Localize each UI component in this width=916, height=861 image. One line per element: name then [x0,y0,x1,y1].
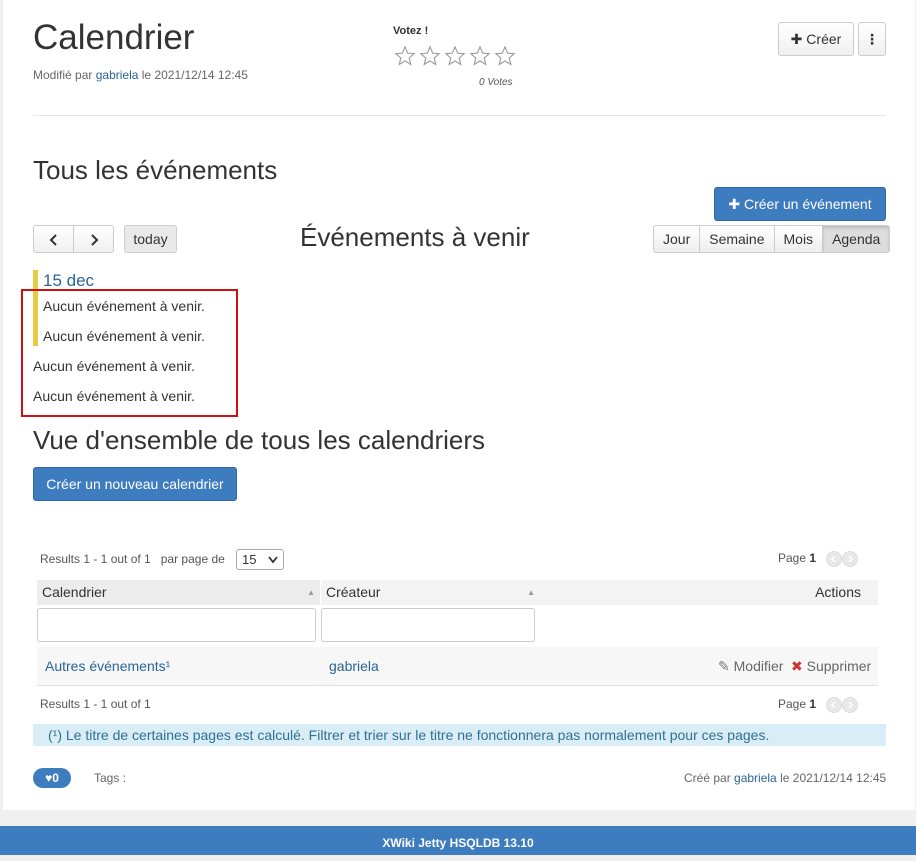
column-header-actions: Actions [540,580,878,605]
star-rating[interactable] [394,45,519,70]
view-day-button[interactable]: Jour [653,225,701,253]
overview-section-title: Vue d'ensemble de tous les calendriers [33,425,486,455]
column-label: Calendrier [42,584,107,600]
votes-count: 0 Votes [479,77,513,88]
prev-button[interactable] [33,225,74,253]
pagination-top: Page 1 [778,551,859,567]
created-info: Créé par gabriela le 2021/12/14 12:45 [684,771,886,785]
create-button[interactable]: ✚ Créer [778,22,854,56]
modified-date-prefix: le [141,68,152,82]
creator-filter-input[interactable] [321,608,535,642]
star-icon[interactable] [419,45,441,67]
edit-action[interactable]: ✎ Modifier [718,658,783,675]
create-event-label: Créer un événement [743,196,872,212]
per-page-label: par page de [160,552,225,566]
vote-label: Votez ! [393,25,429,37]
pencil-icon: ✎ [718,658,730,674]
edit-label: Modifier [733,658,784,674]
chevron-left-icon [49,234,57,247]
next-page-icon[interactable] [842,697,859,713]
chevron-right-icon [90,234,98,247]
star-icon[interactable] [394,45,416,67]
prev-page-icon[interactable] [826,697,843,713]
create-event-button[interactable]: ✚ Créer un événement [714,187,886,221]
results-count: Results 1 - 1 out of 1 [40,552,151,566]
today-button[interactable]: today [124,225,177,253]
like-button[interactable]: ♥0 [33,768,71,788]
star-icon[interactable] [494,45,516,67]
view-switcher: Jour Semaine Mois Agenda [653,225,891,253]
modified-date: 2021/12/14 12:45 [154,68,248,82]
page-title: Calendrier [33,18,195,57]
more-actions-button[interactable]: ⋮ [858,22,886,56]
column-header-creator[interactable]: Créateur ▲ [321,580,540,605]
vertical-dots-icon: ⋮ [865,31,879,47]
pagination-bottom: Page 1 [778,697,859,713]
calendar-view-title: Événements à venir [300,222,530,252]
next-button[interactable] [73,225,114,253]
created-user-link[interactable]: gabriela [734,771,777,785]
created-prefix: Créé par [684,771,731,785]
agenda-date-link[interactable]: 15 dec [43,271,94,290]
star-icon[interactable] [444,45,466,67]
footer-bar-text: XWiki Jetty HSQLDB 13.10 [382,836,534,850]
tags-label: Tags : [94,771,127,785]
header-divider [33,115,886,116]
page-number: 1 [809,697,817,712]
next-page-icon[interactable] [842,551,859,567]
column-header-calendar[interactable]: Calendrier ▲ [37,580,320,605]
created-date-prefix: le [780,771,790,785]
page-label: Page [778,697,807,712]
results-info-top: Results 1 - 1 out of 1 par page de [40,552,225,566]
modified-prefix: Modifié par [33,68,93,82]
like-count: 0 [52,771,59,785]
prev-page-icon[interactable] [826,551,843,567]
plus-icon: ✚ [790,31,803,47]
calendar-filter-input[interactable] [37,608,316,642]
chevron-down-icon [268,556,278,564]
computed-title-note: (¹) Le titre de certaines pages est calc… [33,724,886,746]
per-page-value: 15 [242,552,257,567]
view-agenda-button[interactable]: Agenda [823,225,891,253]
modified-info: Modifié par gabriela le 2021/12/14 12:45 [33,68,248,82]
column-label: Actions [815,584,861,600]
calendar-link[interactable]: Autres événements¹ [45,658,170,674]
view-week-button[interactable]: Semaine [700,225,775,253]
delete-label: Supprimer [806,658,872,674]
create-button-label: Créer [806,31,842,47]
view-month-button[interactable]: Mois [774,225,824,253]
created-date: 2021/12/14 12:45 [792,771,887,785]
results-info-bottom: Results 1 - 1 out of 1 [40,697,151,711]
new-calendar-button[interactable]: Créer un nouveau calendrier [33,467,237,501]
star-icon[interactable] [469,45,491,67]
per-page-select[interactable]: 15 [236,549,284,570]
footer-bar: XWiki Jetty HSQLDB 13.10 [0,826,916,855]
page-label: Page [778,551,807,566]
table-row: Autres événements¹ gabriela ✎ Modifier ✖… [37,647,878,686]
delete-action[interactable]: ✖ Supprimer [791,658,871,675]
column-label: Créateur [326,584,381,600]
plus-icon: ✚ [728,196,741,212]
highlight-box [21,289,238,417]
modified-user-link[interactable]: gabriela [96,68,139,82]
page-number: 1 [809,551,817,566]
events-section-title: Tous les événements [33,155,278,185]
close-icon: ✖ [791,658,803,674]
sort-up-icon: ▲ [307,588,315,597]
creator-link[interactable]: gabriela [329,658,379,674]
sort-up-icon: ▲ [527,588,535,597]
page-content: Calendrier Modifié par gabriela le 2021/… [3,0,915,810]
